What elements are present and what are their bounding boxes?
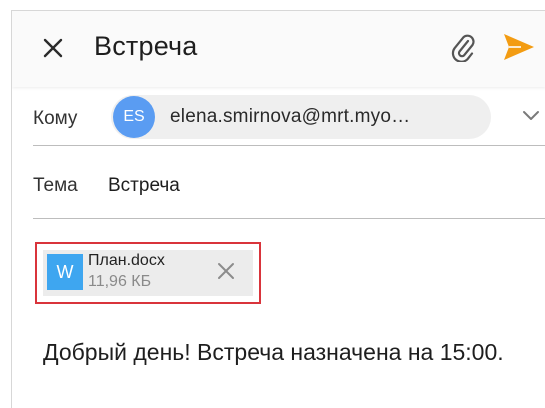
recipient-email: elena.smirnova@mrt.myo…: [170, 106, 411, 127]
compose-screen: Встреча Кому ES elena.smirnova@mrt.myo…: [11, 10, 545, 408]
compose-header: Встреча: [12, 11, 545, 87]
avatar: ES: [113, 96, 155, 138]
close-button[interactable]: [38, 35, 68, 65]
recipient-row: Кому ES elena.smirnova@mrt.myo…: [33, 89, 545, 145]
close-icon: [216, 261, 236, 286]
recipient-chip[interactable]: ES elena.smirnova@mrt.myo…: [111, 95, 491, 139]
message-body[interactable]: Добрый день! Встреча назначена на 15:00.: [43, 336, 513, 369]
attachment-size: 11,96 КБ: [88, 273, 152, 290]
subject-input[interactable]: Встреча: [108, 175, 180, 197]
divider: [33, 218, 545, 219]
chevron-down-icon: [522, 109, 540, 127]
divider: [33, 145, 545, 146]
attachment-item[interactable]: W План.docx 11,96 КБ: [43, 250, 253, 296]
paperclip-icon: [450, 32, 476, 67]
recipient-label: Кому: [33, 108, 78, 129]
attach-button[interactable]: [448, 33, 478, 65]
attachment-name: План.docx: [88, 252, 165, 269]
close-icon: [42, 37, 64, 64]
word-file-icon: W: [47, 254, 83, 290]
subject-label: Тема: [33, 175, 78, 196]
attachment-highlight: W План.docx 11,96 КБ: [35, 242, 261, 304]
remove-attachment-button[interactable]: [213, 260, 239, 286]
expand-recipients-button[interactable]: [519, 106, 543, 130]
send-button[interactable]: [502, 33, 536, 65]
send-icon: [503, 33, 535, 66]
subject-row[interactable]: Тема Встреча: [33, 169, 545, 209]
page-title: Встреча: [94, 31, 198, 61]
